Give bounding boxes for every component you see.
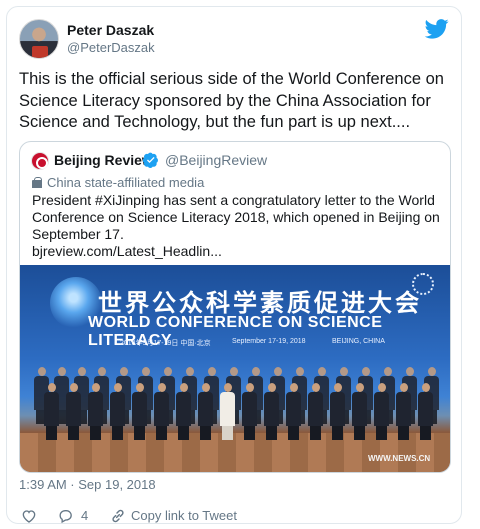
delegate-figure [396, 383, 411, 440]
author-avatar[interactable] [19, 19, 59, 59]
state-media-label-text: China state-affiliated media [47, 175, 205, 190]
delegate-figure [176, 383, 191, 440]
quoted-tweet[interactable]: Beijing Review @BeijingReview China stat… [19, 141, 451, 473]
quoted-link[interactable]: bjreview.com/Latest_Headlin... [32, 243, 222, 259]
tweet-timestamp[interactable]: 1:39 AM · Sep 19, 2018 [19, 477, 156, 492]
author-name[interactable]: Peter Daszak [67, 22, 154, 38]
conference-photo[interactable]: 世界公众科学素质促进大会 WORLD CONFERENCE ON SCIENCE… [20, 265, 450, 472]
banner-city: BEIJING, CHINA [332, 338, 385, 345]
quoted-author-handle[interactable]: @BeijingReview [165, 152, 267, 168]
banner-date-english: September 17-19, 2018 [232, 338, 306, 345]
delegate-figure [66, 383, 81, 440]
tweet-card: Peter Daszak @PeterDaszak This is the of… [6, 6, 462, 524]
twitter-bird-icon[interactable] [425, 19, 449, 39]
author-handle[interactable]: @PeterDaszak [67, 40, 155, 55]
quoted-text: President #XiJinping has sent a congratu… [32, 192, 440, 242]
quoted-avatar[interactable] [31, 152, 49, 170]
photo-watermark: WWW.NEWS.CN [368, 454, 431, 463]
reply-icon[interactable] [57, 508, 74, 524]
link-icon[interactable] [110, 508, 126, 524]
verified-badge-icon [143, 152, 158, 168]
delegate-figure [198, 383, 213, 440]
quoted-author-name[interactable]: Beijing Review [54, 152, 153, 168]
tweet-actions: 4 Copy link to Tweet [7, 507, 463, 525]
heart-icon[interactable] [21, 508, 37, 524]
delegate-figure [154, 383, 169, 440]
delegate-figure [220, 383, 235, 440]
delegate-figure [88, 383, 103, 440]
delegate-figure [132, 383, 147, 440]
state-media-label[interactable]: China state-affiliated media [32, 175, 204, 190]
banner-chinese-title: 世界公众科学素质促进大会 [98, 289, 422, 317]
delegate-figure [286, 383, 301, 440]
delegate-figure [264, 383, 279, 440]
delegate-figure [242, 383, 257, 440]
delegate-figure [308, 383, 323, 440]
tweet-text: This is the official serious side of the… [19, 70, 444, 131]
delegate-figure [352, 383, 367, 440]
copy-link-button[interactable]: Copy link to Tweet [131, 508, 237, 523]
delegate-figure [110, 383, 125, 440]
reply-count: 4 [81, 508, 89, 523]
delegate-figure [374, 383, 389, 440]
delegate-figure [330, 383, 345, 440]
delegate-figure [44, 383, 59, 440]
state-media-flag-icon [32, 177, 42, 188]
banner-date-chinese: 2018年9月17-19日 中国·北京 [120, 340, 211, 347]
delegate-figure [418, 383, 433, 440]
